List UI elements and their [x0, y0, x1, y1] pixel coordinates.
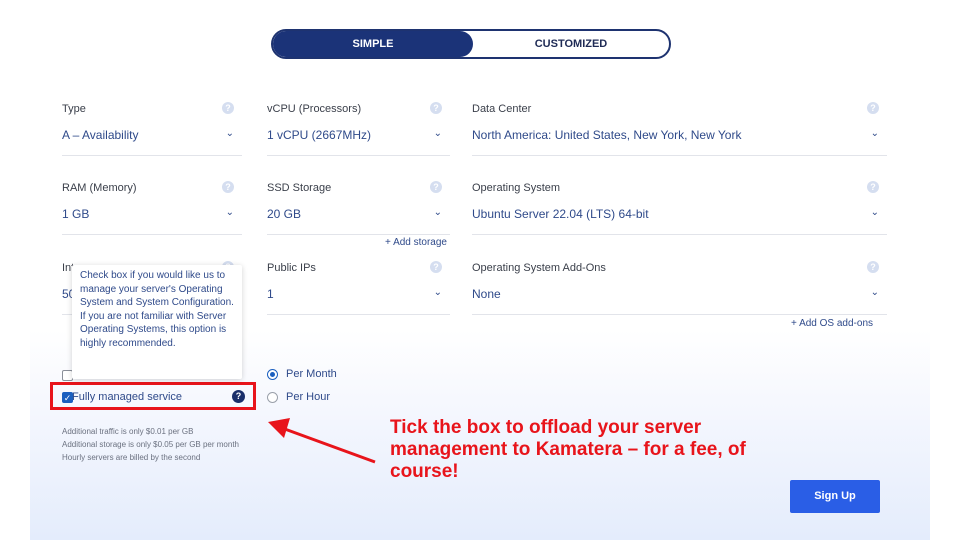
chevron-down-icon: ⌄ [870, 287, 879, 298]
help-icon[interactable]: ? [430, 261, 442, 273]
public-ips-value: 1 [267, 287, 274, 301]
ram-label: RAM (Memory) [62, 182, 137, 194]
type-select[interactable]: Type ? A – Availability ⌄ [62, 102, 242, 158]
os-addons-label: Operating System Add-Ons [472, 262, 606, 274]
help-icon[interactable]: ? [430, 181, 442, 193]
per-hour-radio[interactable] [267, 392, 278, 403]
ssd-value: 20 GB [267, 207, 302, 221]
chevron-down-icon: ⌄ [225, 128, 234, 139]
tab-simple[interactable]: SIMPLE [273, 31, 473, 57]
divider [62, 234, 242, 235]
divider [472, 155, 887, 156]
chevron-down-icon: ⌄ [225, 207, 234, 218]
mode-toggle[interactable]: SIMPLE CUSTOMIZED [271, 29, 671, 59]
help-icon[interactable]: ? [222, 181, 234, 193]
per-month-radio[interactable] [267, 369, 278, 380]
os-addons-select[interactable]: Operating System Add-Ons ? None ⌄ [472, 261, 887, 317]
divider [62, 155, 242, 156]
help-icon[interactable]: ? [867, 102, 879, 114]
annotation-highlight-box [50, 382, 256, 410]
ssd-label: SSD Storage [267, 182, 332, 194]
os-label: Operating System [472, 182, 561, 194]
ram-select[interactable]: RAM (Memory) ? 1 GB ⌄ [62, 181, 242, 237]
chevron-down-icon: ⌄ [870, 128, 879, 139]
os-addons-value: None [472, 287, 501, 301]
add-storage-link[interactable]: + Add storage [385, 237, 447, 248]
storage-note: Additional storage is only $0.05 per GB … [62, 440, 239, 449]
per-month-label: Per Month [286, 368, 337, 380]
divider [267, 155, 450, 156]
type-value: A – Availability [62, 128, 139, 142]
public-ips-select[interactable]: Public IPs ? 1 ⌄ [267, 261, 450, 317]
sign-up-button[interactable]: Sign Up [790, 480, 880, 513]
annotation-text: Tick the box to offload your server mana… [390, 417, 746, 482]
help-icon[interactable]: ? [867, 181, 879, 193]
datacenter-label: Data Center [472, 103, 532, 115]
vcpu-label: vCPU (Processors) [267, 103, 362, 115]
ram-value: 1 GB [62, 207, 90, 221]
chevron-down-icon: ⌄ [433, 287, 442, 298]
datacenter-value: North America: United States, New York, … [472, 128, 742, 142]
divider [472, 234, 887, 235]
os-value: Ubuntu Server 22.04 (LTS) 64-bit [472, 207, 649, 221]
divider [472, 314, 887, 315]
help-icon[interactable]: ? [867, 261, 879, 273]
divider [267, 234, 450, 235]
managed-service-tooltip: Check box if you would like us to manage… [72, 265, 242, 379]
annotation-arrow-icon [268, 418, 376, 464]
ssd-select[interactable]: SSD Storage ? 20 GB ⌄ [267, 181, 450, 237]
hourly-note: Hourly servers are billed by the second [62, 453, 201, 462]
per-hour-label: Per Hour [286, 391, 331, 403]
public-ips-label: Public IPs [267, 262, 316, 274]
tab-customized[interactable]: CUSTOMIZED [473, 31, 669, 57]
type-label: Type [62, 103, 86, 115]
vcpu-value: 1 vCPU (2667MHz) [267, 128, 372, 142]
chevron-down-icon: ⌄ [433, 128, 442, 139]
datacenter-select[interactable]: Data Center ? North America: United Stat… [472, 102, 887, 158]
traffic-note: Additional traffic is only $0.01 per GB [62, 427, 194, 436]
chevron-down-icon: ⌄ [433, 207, 442, 218]
help-icon[interactable]: ? [222, 102, 234, 114]
divider [267, 314, 450, 315]
chevron-down-icon: ⌄ [870, 207, 879, 218]
help-icon[interactable]: ? [430, 102, 442, 114]
vcpu-select[interactable]: vCPU (Processors) ? 1 vCPU (2667MHz) ⌄ [267, 102, 450, 158]
add-os-addons-link[interactable]: + Add OS add-ons [791, 318, 873, 329]
os-select[interactable]: Operating System ? Ubuntu Server 22.04 (… [472, 181, 887, 237]
